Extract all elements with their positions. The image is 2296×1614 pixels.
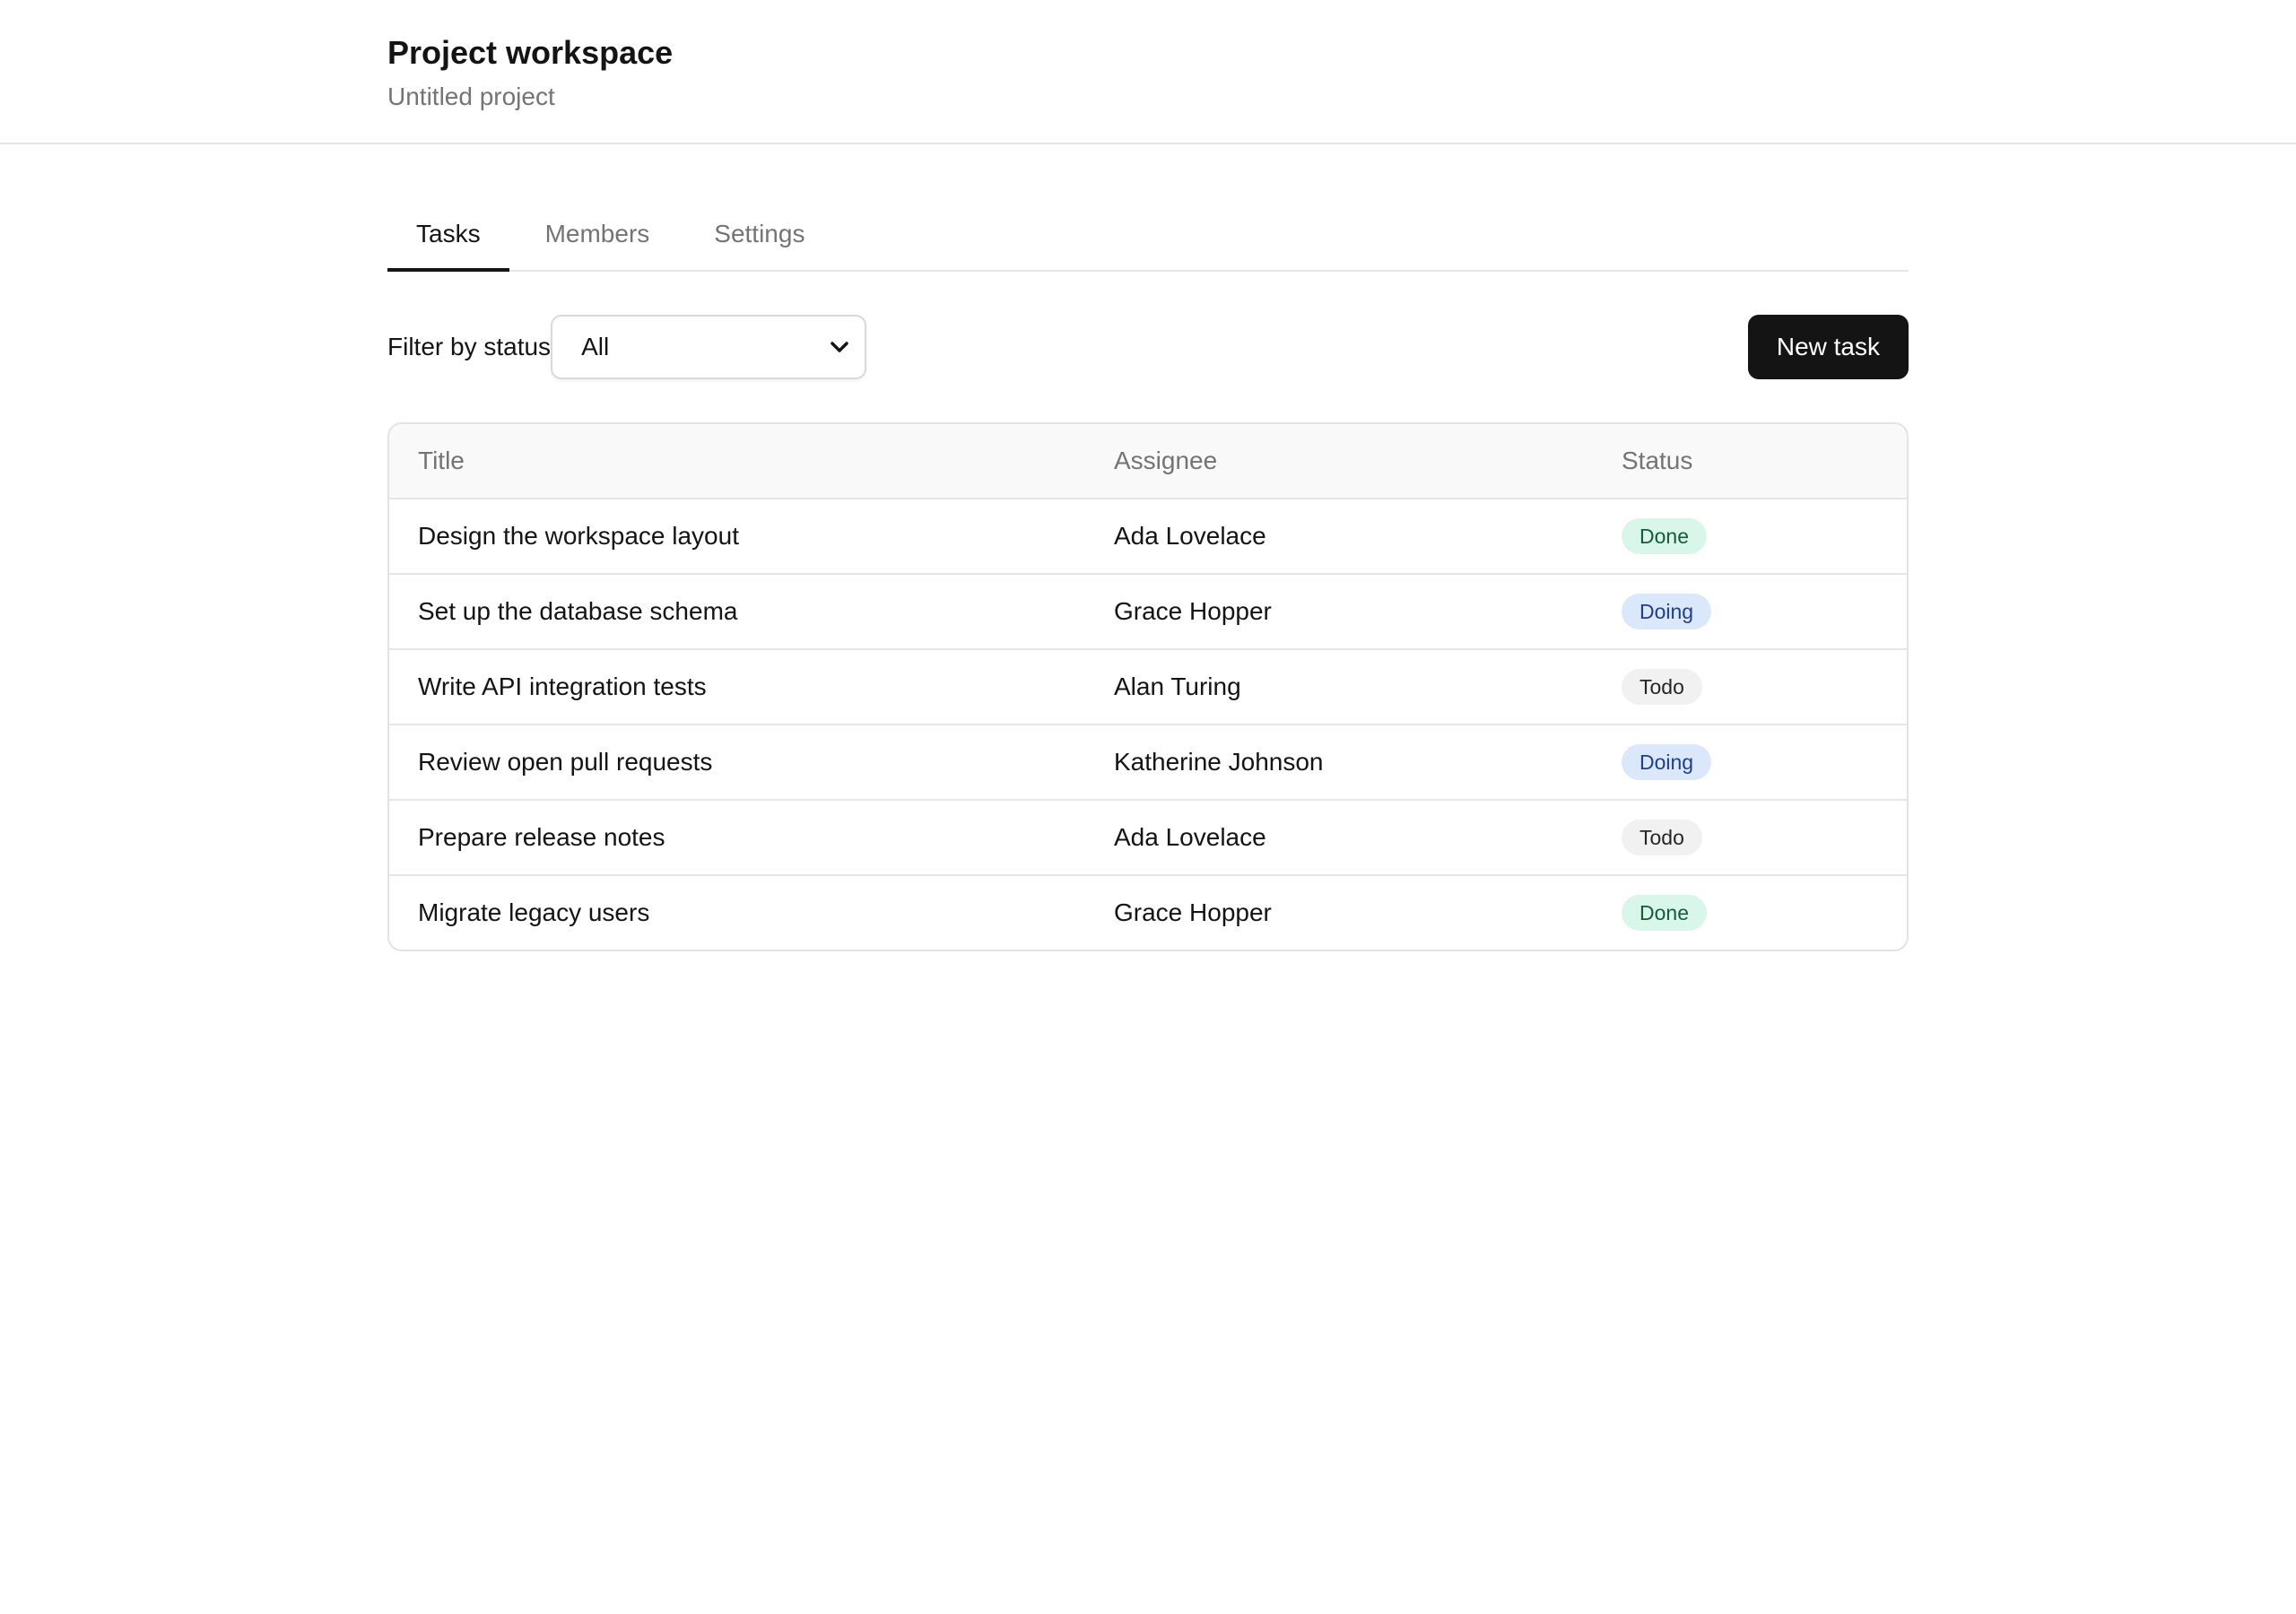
status-badge: Done <box>1622 518 1707 554</box>
table-row[interactable]: Set up the database schema Grace Hopper … <box>389 573 1907 648</box>
task-title: Review open pull requests <box>418 748 713 776</box>
tab-tasks[interactable]: Tasks <box>387 205 509 272</box>
tab-members[interactable]: Members <box>517 205 679 270</box>
column-header-title: Title <box>418 447 465 474</box>
column-header-assignee: Assignee <box>1114 447 1218 474</box>
table-row[interactable]: Review open pull requests Katherine John… <box>389 724 1907 799</box>
main-content: Tasks Members Settings Filter by status … <box>387 205 1909 951</box>
task-title: Set up the database schema <box>418 597 738 625</box>
task-assignee: Grace Hopper <box>1114 898 1272 926</box>
status-badge: Done <box>1622 895 1707 931</box>
table-row[interactable]: Migrate legacy users Grace Hopper Done <box>389 874 1907 950</box>
task-title: Prepare release notes <box>418 823 665 851</box>
page-title: Project workspace <box>387 34 674 71</box>
task-status-cell: Doing <box>1622 594 1907 629</box>
tasks-table: Title Assignee Status Design the workspa… <box>387 422 1909 951</box>
task-assignee: Ada Lovelace <box>1114 823 1266 851</box>
status-badge: Doing <box>1622 744 1712 780</box>
task-status-cell: Done <box>1622 895 1907 931</box>
task-assignee: Ada Lovelace <box>1114 522 1266 550</box>
task-status-cell: Todo <box>1622 669 1907 705</box>
filter-label: Filter by status <box>387 333 552 360</box>
new-task-button[interactable]: New task <box>1747 315 1909 379</box>
status-select-value: All <box>581 333 610 360</box>
task-title: Design the workspace layout <box>418 522 739 550</box>
status-badge: Todo <box>1622 669 1702 705</box>
table-row[interactable]: Prepare release notes Ada Lovelace Todo <box>389 799 1907 874</box>
page-header: Project workspace Untitled project <box>0 0 2296 144</box>
task-assignee: Grace Hopper <box>1114 597 1272 625</box>
tab-settings[interactable]: Settings <box>685 205 833 270</box>
project-name: Untitled project <box>387 82 555 110</box>
tab-bar: Tasks Members Settings <box>387 205 1909 272</box>
table-row[interactable]: Write API integration tests Alan Turing … <box>389 648 1907 724</box>
chevron-down-icon <box>829 336 850 358</box>
status-badge: Doing <box>1622 594 1712 629</box>
task-status-cell: Done <box>1622 518 1907 554</box>
status-select[interactable]: All <box>551 315 867 379</box>
task-title: Write API integration tests <box>418 672 707 700</box>
task-title: Migrate legacy users <box>418 898 650 926</box>
status-badge: Todo <box>1622 820 1702 855</box>
table-row[interactable]: Design the workspace layout Ada Lovelace… <box>389 498 1907 573</box>
table-header-row: Title Assignee Status <box>389 424 1907 498</box>
task-status-cell: Doing <box>1622 744 1907 780</box>
task-status-cell: Todo <box>1622 820 1907 855</box>
toolbar: Filter by status All New task <box>387 315 1909 379</box>
task-assignee: Katherine Johnson <box>1114 748 1324 776</box>
column-header-status: Status <box>1622 447 1693 474</box>
task-assignee: Alan Turing <box>1114 672 1241 700</box>
status-filter: Filter by status All <box>387 315 867 379</box>
